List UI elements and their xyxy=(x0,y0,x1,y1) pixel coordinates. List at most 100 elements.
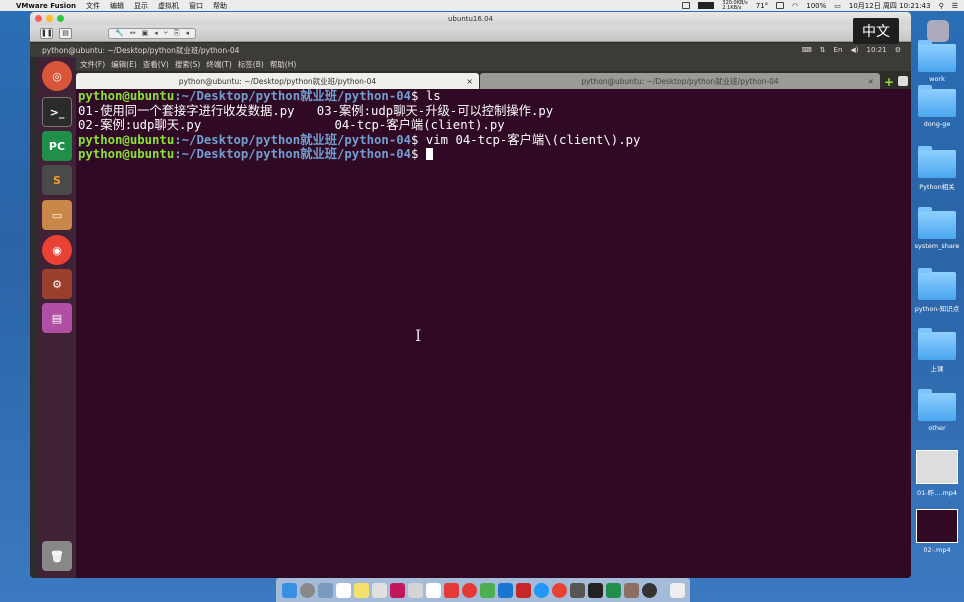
desktop-icon-label: python-知识点 xyxy=(914,305,960,313)
spotlight-icon[interactable]: ⚲ xyxy=(939,2,944,10)
tab-close-icon[interactable]: × xyxy=(867,77,874,86)
chrome-icon[interactable]: ◉ xyxy=(42,235,72,265)
desktop-folder-python-knowledge[interactable]: python-知识点 xyxy=(912,268,962,313)
term-menu-search[interactable]: 搜索(S) xyxy=(175,59,201,70)
battery-icon[interactable]: ▭ xyxy=(834,2,841,10)
pycharm-dock-icon[interactable] xyxy=(606,582,621,598)
chevron-left-icon[interactable]: ◂ xyxy=(186,29,190,37)
workspace-icon[interactable]: ▤ xyxy=(42,303,72,333)
wechat-icon[interactable] xyxy=(480,582,495,598)
desktop-video-02[interactable]: 02-.mp4 xyxy=(912,509,962,554)
terminal-tab[interactable]: python@ubuntu: ~/Desktop/python就业班/pytho… xyxy=(480,73,880,89)
desktop-folder-python[interactable]: Python相关 xyxy=(912,146,962,191)
document-icon[interactable] xyxy=(408,582,423,598)
desktop-icon-label: dong-ge xyxy=(923,120,951,128)
menu-view[interactable]: 显示 xyxy=(134,1,148,11)
ime-badge[interactable]: 中文 xyxy=(853,18,899,44)
output-text: 02-案例:udp聊天.py 04-tcp-客户端(client).py xyxy=(78,118,505,133)
terminal-window: 文件(F) 编辑(E) 查看(V) 搜索(S) 终端(T) 标签(B) 帮助(H… xyxy=(76,57,911,578)
photos-icon[interactable] xyxy=(318,582,333,598)
wifi-icon[interactable]: ◠ xyxy=(792,2,798,10)
usb-icon[interactable]: ⑂ xyxy=(164,29,168,37)
menu-help[interactable]: 帮助 xyxy=(213,1,227,11)
files-icon[interactable]: ▭ xyxy=(42,200,72,230)
app-menu[interactable]: VMware Fusion xyxy=(16,2,76,10)
ubuntu-clock[interactable]: 10:21 xyxy=(867,46,887,54)
weibo-icon[interactable] xyxy=(462,582,477,598)
input-method-icon[interactable]: En xyxy=(834,46,843,54)
clock[interactable]: 10月12日 周四 10:21:43 xyxy=(849,1,931,11)
safari-icon[interactable] xyxy=(534,582,549,598)
system-settings-icon[interactable]: ⚙ xyxy=(42,269,72,299)
keyboard-icon[interactable]: ⌨ xyxy=(802,46,812,54)
term-menu-help[interactable]: 帮助(H) xyxy=(270,59,297,70)
keyboard-app-icon[interactable] xyxy=(390,582,405,598)
trash-dock-icon[interactable] xyxy=(670,582,685,598)
sound-icon[interactable]: ◂ xyxy=(154,29,158,37)
chrome-dock-icon[interactable] xyxy=(552,582,567,598)
terminal-line: 01-使用同一个套接字进行收发数据.py 03-案例:udp聊天-升级-可以控制… xyxy=(78,104,911,119)
vmware-icon[interactable] xyxy=(570,582,585,598)
menu-window[interactable]: 窗口 xyxy=(189,1,203,11)
input-source-icon[interactable] xyxy=(927,20,949,42)
term-menu-edit[interactable]: 编辑(E) xyxy=(111,59,137,70)
term-menu-tabs[interactable]: 标签(B) xyxy=(238,59,264,70)
notification-icon[interactable]: ☰ xyxy=(952,2,958,10)
terminal-output[interactable]: python@ubuntu:~/Desktop/python就业班/python… xyxy=(76,89,911,162)
share-icon[interactable]: ⎘ xyxy=(174,29,180,38)
menu-edit[interactable]: 编辑 xyxy=(110,1,124,11)
new-tab-icon[interactable]: + xyxy=(884,75,894,89)
tab-menu-icon[interactable] xyxy=(898,76,909,86)
launchpad-icon[interactable] xyxy=(300,582,315,598)
recorder-icon[interactable] xyxy=(642,582,657,598)
desktop-folder-class[interactable]: 上课 xyxy=(912,328,962,373)
terminal-tab-active[interactable]: python@ubuntu: ~/Desktop/python就业班/pytho… xyxy=(76,73,479,89)
qq-icon[interactable] xyxy=(498,582,513,598)
mac-menubar: VMware Fusion 文件 编辑 显示 虚拟机 窗口 帮助 320.0KB… xyxy=(0,0,964,11)
arrows-icon[interactable]: ↔ xyxy=(130,29,136,37)
sublime-icon[interactable]: S xyxy=(42,165,72,195)
term-menu-view[interactable]: 查看(V) xyxy=(143,59,169,70)
display-icon[interactable] xyxy=(776,2,785,9)
volume-icon[interactable]: ◀) xyxy=(850,46,858,54)
typora-icon[interactable] xyxy=(426,582,441,598)
command-text: vim 04-tcp-客户端\(client\).py xyxy=(418,132,641,147)
desktop-folder-other[interactable]: other xyxy=(912,389,962,432)
activity-monitor-icon[interactable] xyxy=(698,2,715,9)
ubuntu-top-panel: python@ubuntu: ~/Desktop/python就业班/pytho… xyxy=(30,43,911,57)
snapshot-icon[interactable]: ▤ xyxy=(59,27,72,39)
network-speed: 320.0KB/s 2.1KB/s xyxy=(722,0,748,11)
pause-icon[interactable]: ❚❚ xyxy=(40,27,53,39)
folder-icon xyxy=(918,389,956,421)
power-gear-icon[interactable]: ⚙ xyxy=(895,46,901,54)
network-icon[interactable]: ⇅ xyxy=(820,46,826,54)
terminal-tabbar: python@ubuntu: ~/Desktop/python就业班/pytho… xyxy=(76,71,911,89)
disk-icon[interactable]: ▣ xyxy=(142,29,149,37)
term-menu-file[interactable]: 文件(F) xyxy=(80,59,105,70)
tab-close-icon[interactable]: × xyxy=(466,77,473,86)
pycharm-icon[interactable]: PC xyxy=(42,131,72,161)
app-icon[interactable] xyxy=(516,582,531,598)
desktop-video-01[interactable]: 01-昨....mp4 xyxy=(912,450,962,497)
settings-icon[interactable]: 🔧 xyxy=(115,29,124,37)
finder-icon[interactable] xyxy=(282,582,297,598)
trash-icon[interactable]: 🗑 xyxy=(42,541,72,571)
desktop-icon-label: 01-昨....mp4 xyxy=(917,489,957,497)
desktop-folder-dong-ge[interactable]: dong-ge xyxy=(912,85,962,128)
archive-icon[interactable] xyxy=(624,582,639,598)
desktop-folder-system-share[interactable]: system_share xyxy=(912,207,962,250)
terminal-dock-icon[interactable] xyxy=(588,582,603,598)
notes-icon[interactable] xyxy=(354,582,369,598)
term-menu-terminal[interactable]: 终端(T) xyxy=(206,59,231,70)
terminal-icon[interactable]: >_ xyxy=(42,97,72,127)
netease-music-icon[interactable] xyxy=(444,582,459,598)
desktop-icon-label: system_share xyxy=(914,242,960,250)
prompt-path: :~/Desktop/python就业班/python-04 xyxy=(174,132,412,147)
desktop-folder-work[interactable]: work xyxy=(912,40,962,83)
menu-vm[interactable]: 虚拟机 xyxy=(158,1,179,11)
status-icon[interactable] xyxy=(682,2,691,9)
preview-icon[interactable] xyxy=(372,582,387,598)
calendar-icon[interactable] xyxy=(336,582,351,598)
menu-file[interactable]: 文件 xyxy=(86,1,100,11)
dash-icon[interactable]: ◎ xyxy=(42,61,72,91)
